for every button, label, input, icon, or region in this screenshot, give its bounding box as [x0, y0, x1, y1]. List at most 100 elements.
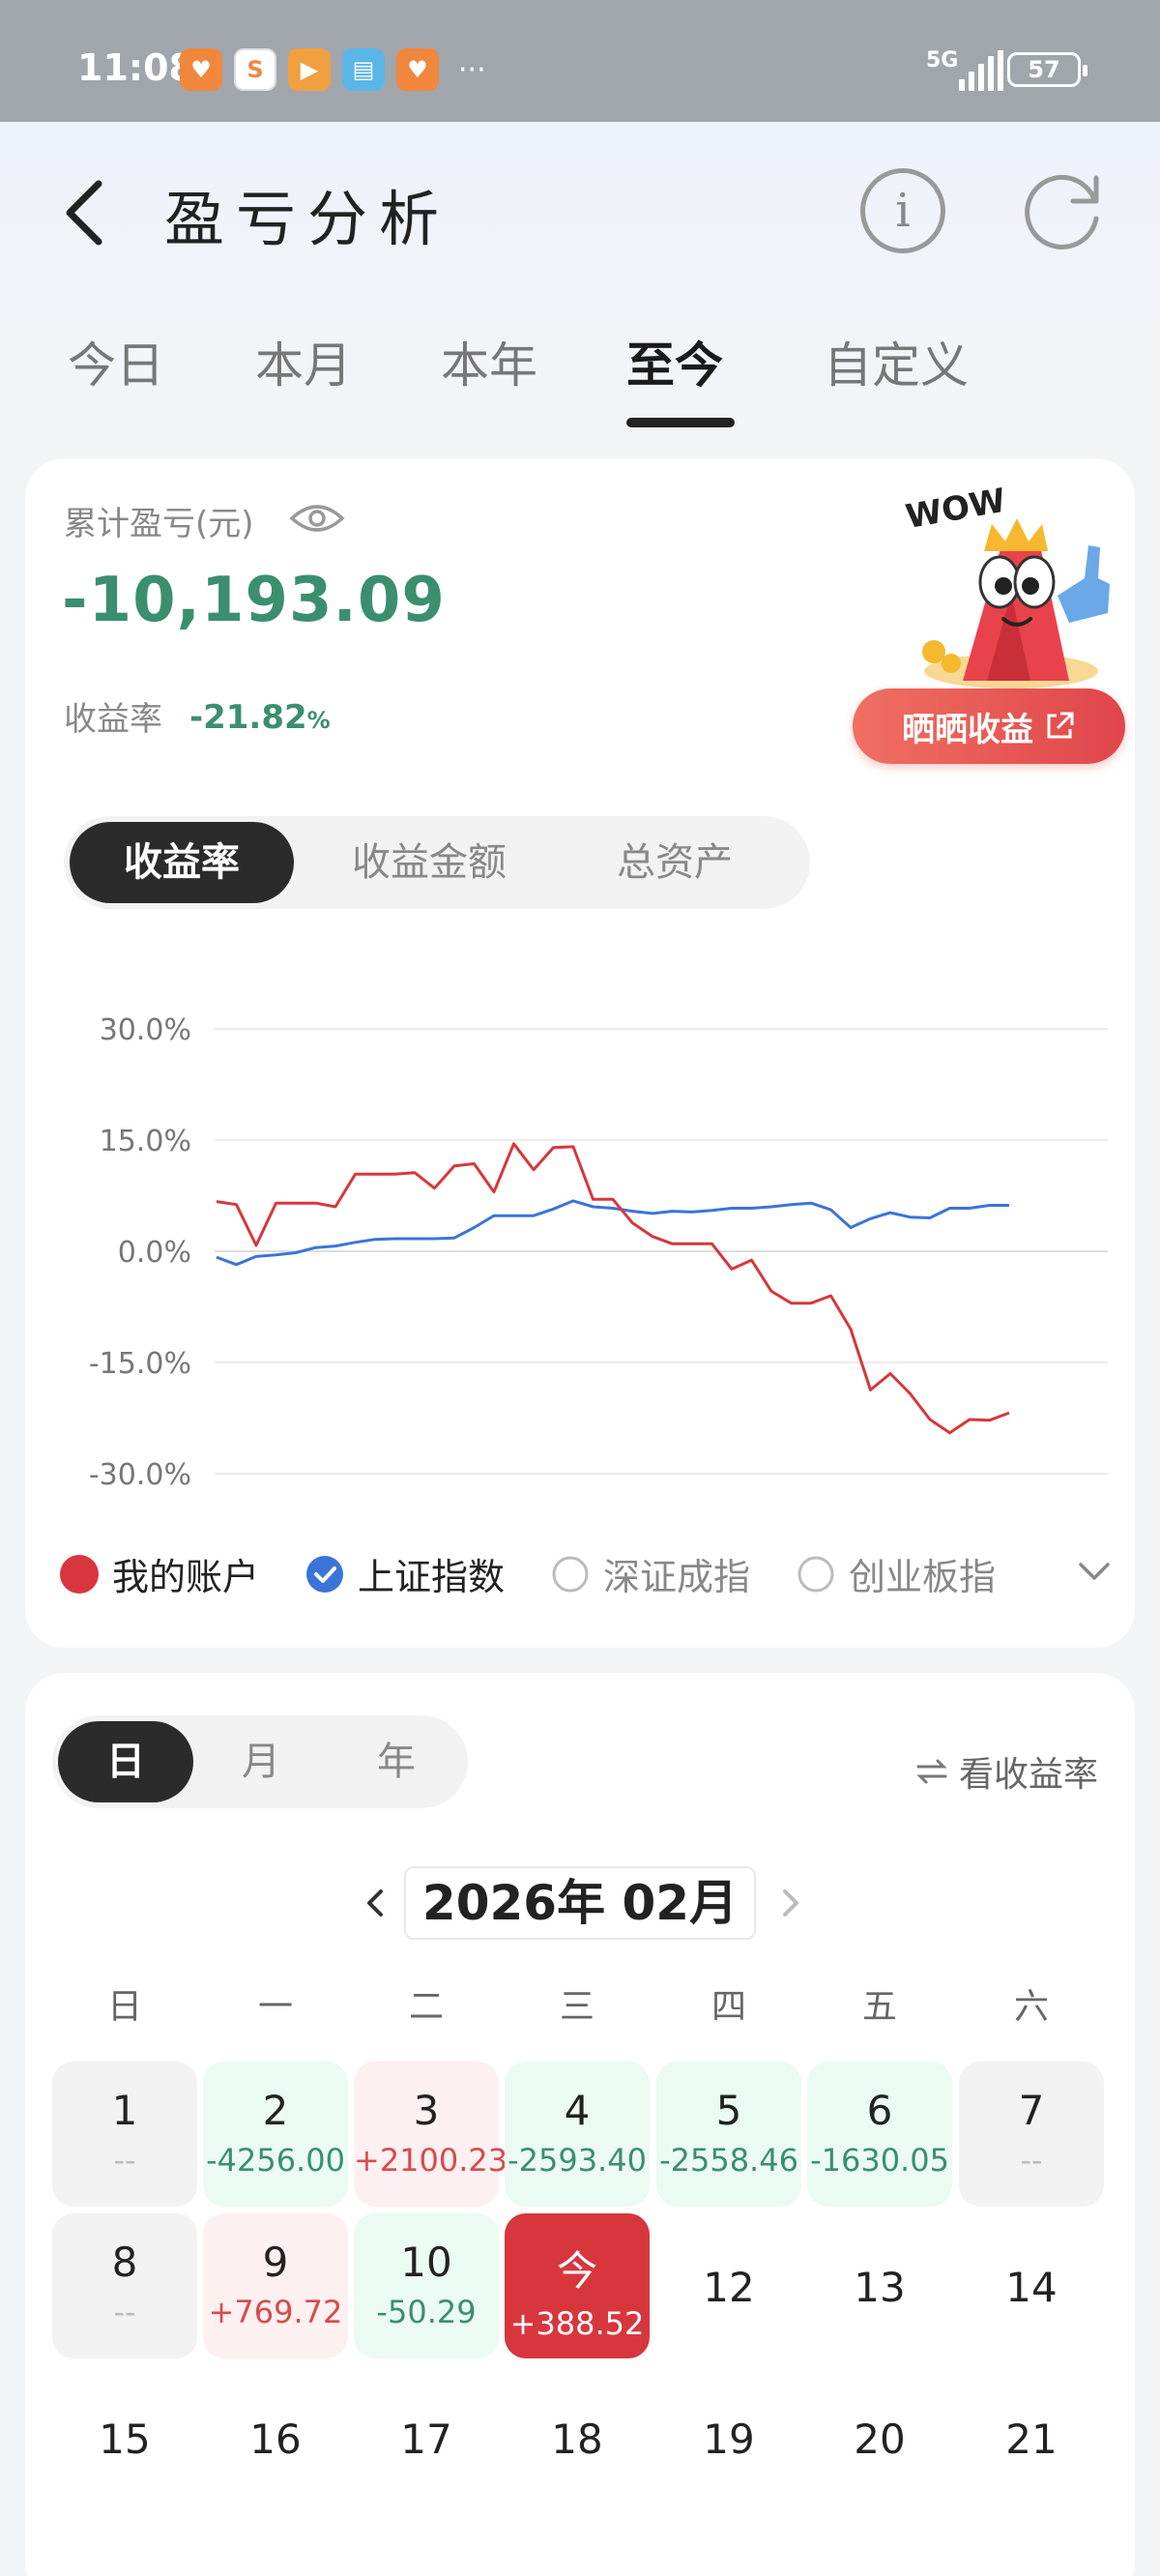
- calendar-day[interactable]: 14: [959, 2213, 1104, 2358]
- info-icon[interactable]: i: [860, 168, 945, 253]
- tab-month[interactable]: 月: [193, 1715, 329, 1808]
- calendar-day[interactable]: 18: [505, 2365, 650, 2510]
- calendar-day[interactable]: 21: [959, 2365, 1104, 2510]
- day-number: 8: [111, 2239, 138, 2286]
- cumulative-value: -10,193.09: [62, 565, 446, 636]
- status-bar: 11:08 ♥ S ▶ ▤ ♥ ··· 5G 57: [0, 0, 1160, 122]
- calendar-day[interactable]: 15: [52, 2365, 197, 2510]
- tab-this-year[interactable]: 本年: [441, 327, 537, 396]
- calendar-period-segment: 日 月 年: [52, 1715, 468, 1808]
- back-icon[interactable]: [56, 174, 114, 251]
- chart-type-segment: 收益率 收益金额 总资产: [64, 816, 810, 909]
- legend-label: 创业板指: [849, 1556, 997, 1598]
- month-selector[interactable]: 2026年 02月: [404, 1866, 756, 1940]
- day-number: 1: [111, 2087, 138, 2134]
- toggle-label: 看收益率: [959, 1755, 1099, 1795]
- daily-profit-calendar-card: 日 月 年 看收益率 2026年 02月 日一二三四五六 1 -- 2 -4256.0…: [25, 1673, 1135, 2576]
- signal-icon: [959, 50, 1003, 91]
- weekday-label: 一: [257, 1987, 293, 2027]
- day-number: 20: [854, 2415, 906, 2463]
- rate-value: -21.82%: [189, 698, 331, 737]
- series-line: [216, 1142, 1010, 1435]
- app-heart-icon: ♥: [180, 48, 222, 91]
- share-profit-button[interactable]: 晒晒收益: [853, 688, 1125, 764]
- toggle-view-rate-button[interactable]: 看收益率: [914, 1746, 1098, 1797]
- status-time: 11:08: [77, 46, 194, 89]
- chevron-down-icon[interactable]: [1075, 1557, 1114, 1586]
- day-profit-value: -2593.40: [508, 2142, 647, 2179]
- tab-this-month[interactable]: 本月: [255, 327, 352, 396]
- calendar-day[interactable]: 20: [807, 2365, 952, 2510]
- calendar-day[interactable]: 7 --: [959, 2062, 1104, 2207]
- unchecked-circle-icon: [798, 1556, 834, 1592]
- day-profit-value: +769.72: [208, 2294, 343, 2330]
- day-number: 15: [99, 2415, 151, 2463]
- calendar-day[interactable]: 12: [656, 2213, 801, 2358]
- cumulative-label: 累计盈亏(元): [64, 505, 254, 543]
- tab-year[interactable]: 年: [329, 1715, 464, 1808]
- day-number: 18: [551, 2415, 603, 2463]
- page-title: 盈亏分析: [164, 184, 451, 254]
- weekday-header: 日一二三四五六: [52, 1978, 1106, 2027]
- return-rate-chart: 30.0%15.0%0.0%-15.0%-30.0%2025-12-152026…: [89, 1013, 1108, 1492]
- eye-icon[interactable]: [288, 491, 346, 545]
- day-number: 5: [715, 2087, 742, 2134]
- app-heart-icon-2: ♥: [396, 48, 439, 91]
- weekday-label: 五: [861, 1987, 897, 2027]
- calendar-day[interactable]: 1 --: [52, 2062, 197, 2207]
- weekday-label: 四: [710, 1987, 746, 2027]
- share-label: 晒晒收益: [902, 710, 1033, 749]
- y-tick-label: 30.0%: [100, 1013, 191, 1047]
- legend-label: 我的账户: [112, 1556, 260, 1598]
- calendar-day[interactable]: 4 -2593.40: [505, 2062, 650, 2207]
- tab-today[interactable]: 今日: [68, 327, 164, 396]
- app-s-icon: S: [234, 48, 276, 91]
- calendar-day-today[interactable]: 今 +388.52: [505, 2213, 650, 2358]
- day-number: 13: [854, 2264, 906, 2311]
- next-month-icon[interactable]: [775, 1866, 804, 1940]
- period-tabs: 今日 本月 本年 至今 自定义: [0, 315, 1160, 412]
- day-number: 4: [564, 2087, 591, 2134]
- prev-month-icon[interactable]: [362, 1866, 391, 1940]
- page-header: 盈亏分析 i 今日 本月 本年 至今 自定义: [0, 122, 1160, 427]
- rate-label: 收益率: [64, 700, 162, 739]
- day-profit-value: -50.29: [376, 2294, 477, 2330]
- calendar-day[interactable]: 19: [656, 2365, 801, 2510]
- calendar-day[interactable]: 6 -1630.05: [807, 2062, 952, 2207]
- tab-return-rate[interactable]: 收益率: [70, 822, 294, 903]
- legend-label: 上证指数: [358, 1556, 506, 1598]
- y-tick-label: -15.0%: [89, 1347, 191, 1381]
- calendar-day[interactable]: 5 -2558.46: [656, 2062, 801, 2207]
- day-number: 3: [413, 2087, 440, 2134]
- legend-chinext-index[interactable]: 创业板指: [797, 1547, 996, 1600]
- calendar-day[interactable]: 10 -50.29: [354, 2213, 499, 2358]
- y-tick-label: 15.0%: [100, 1125, 191, 1158]
- calendar-day[interactable]: 8 --: [52, 2213, 197, 2358]
- day-profit-value: -4256.00: [206, 2142, 345, 2179]
- day-profit-value: -1630.05: [810, 2142, 949, 2179]
- external-link-icon: [1047, 712, 1074, 739]
- calendar-day[interactable]: 3 +2100.23: [354, 2062, 508, 2207]
- calendar-day[interactable]: 16: [203, 2365, 348, 2510]
- y-tick-label: -30.0%: [89, 1458, 191, 1492]
- tab-total-assets[interactable]: 总资产: [559, 816, 791, 909]
- legend-shenzhen-index[interactable]: 深证成指: [551, 1547, 750, 1600]
- calendar-day[interactable]: 17: [354, 2365, 499, 2510]
- tab-day[interactable]: 日: [58, 1721, 193, 1802]
- day-profit-value: +388.52: [509, 2305, 645, 2342]
- refresh-icon[interactable]: [1015, 164, 1108, 257]
- tab-custom[interactable]: 自定义: [824, 327, 969, 396]
- calendar-day[interactable]: 13: [807, 2213, 952, 2358]
- series-line: [216, 1199, 1009, 1267]
- calendar-day[interactable]: 2 -4256.00: [203, 2062, 348, 2207]
- day-number: 6: [866, 2087, 893, 2134]
- day-number: 10: [400, 2239, 452, 2286]
- day-profit-value: -2558.46: [659, 2142, 798, 2179]
- calendar-day[interactable]: 9 +769.72: [203, 2213, 348, 2358]
- unchecked-circle-icon: [552, 1556, 589, 1592]
- day-profit-value: --: [113, 2142, 136, 2179]
- legend-shanghai-index[interactable]: 上证指数: [305, 1547, 505, 1600]
- tab-to-date[interactable]: 至今: [626, 327, 723, 396]
- legend-my-account[interactable]: 我的账户: [60, 1547, 259, 1600]
- tab-return-amount[interactable]: 收益金额: [313, 816, 545, 909]
